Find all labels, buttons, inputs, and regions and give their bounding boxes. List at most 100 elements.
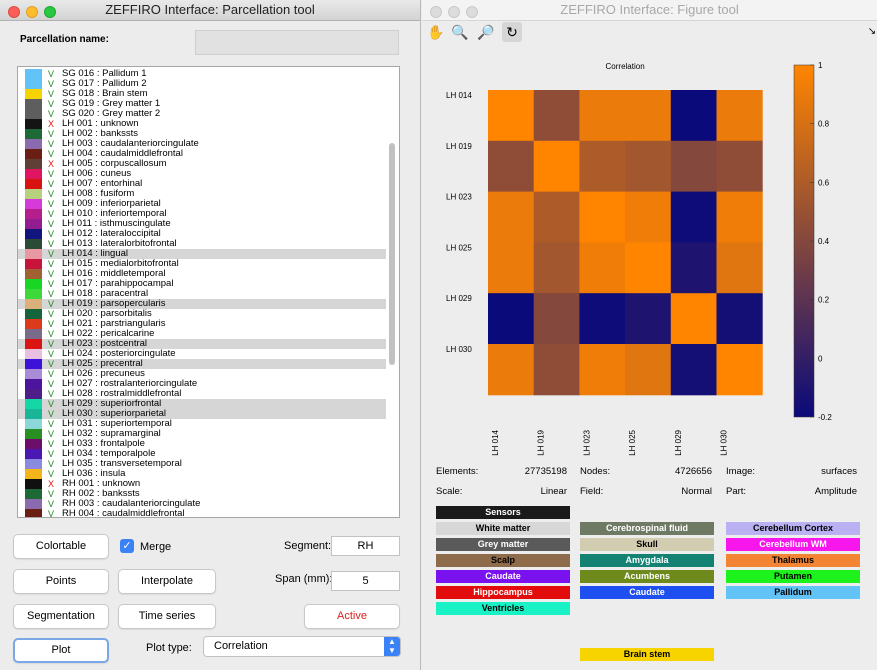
color-swatch: [25, 289, 42, 299]
legend-item: White matter: [436, 522, 570, 535]
heatmap-cell: [716, 90, 763, 142]
visibility-mark: V: [48, 99, 55, 109]
colortable-button[interactable]: Colortable: [13, 534, 109, 559]
color-swatch: [25, 139, 42, 149]
y-tick-label: LH 030: [446, 345, 472, 354]
span-field[interactable]: 5: [331, 571, 400, 591]
visibility-mark: V: [48, 129, 55, 139]
scale-value: Linear: [540, 486, 567, 497]
heatmap-cell: [670, 344, 717, 396]
color-swatch: [25, 309, 42, 319]
elements-label: Elements:: [436, 466, 479, 477]
visibility-mark: V: [48, 439, 55, 449]
visibility-mark: V: [48, 449, 55, 459]
color-swatch: [25, 509, 42, 517]
legend-item: Cerebellum Cortex: [726, 522, 860, 535]
color-swatch: [25, 179, 42, 189]
colorbar-tick-label: 1: [818, 61, 823, 70]
minimize-window-icon[interactable]: [26, 6, 38, 18]
segment-field[interactable]: RH: [331, 536, 400, 556]
part-label: Part:: [726, 486, 747, 497]
part-value: Amplitude: [814, 486, 857, 497]
visibility-mark: V: [48, 289, 55, 299]
color-swatch: [25, 499, 42, 509]
color-swatch: [25, 99, 42, 109]
heatmap-cell: [579, 344, 626, 396]
heatmap-cell: [579, 140, 626, 193]
x-tick-label: LH 014: [491, 429, 500, 455]
merge-checkbox[interactable]: ✓: [120, 539, 134, 553]
legend-item: Amygdala: [580, 554, 714, 567]
visibility-mark: V: [48, 69, 55, 79]
visibility-mark: V: [48, 199, 55, 209]
color-swatch: [25, 259, 42, 269]
color-swatch: [25, 339, 42, 349]
visibility-mark: V: [48, 309, 55, 319]
color-swatch: [25, 89, 42, 99]
time-series-button[interactable]: Time series: [118, 604, 216, 629]
heatmap-cell: [670, 191, 717, 243]
heatmap-cell: [533, 90, 580, 142]
y-tick-label: LH 029: [446, 294, 472, 303]
scrollbar-thumb[interactable]: [389, 143, 395, 365]
visibility-mark: V: [48, 239, 55, 249]
heatmap-cell: [625, 90, 672, 142]
color-swatch: [25, 279, 42, 289]
parcellation-list[interactable]: V SG 016 : Pallidum 1 V SG 017 : Pallidum 2…: [17, 66, 400, 518]
legend-item: Putamen: [726, 570, 860, 583]
color-swatch: [25, 209, 42, 219]
window-title: ZEFFIRO Interface: Parcellation tool: [105, 2, 315, 17]
color-swatch: [25, 79, 42, 89]
heatmap-cell: [533, 140, 580, 193]
color-swatch: [25, 359, 42, 369]
visibility-mark: V: [48, 499, 55, 509]
list-item[interactable]: V RH 004 : caudalmiddlefrontal: [18, 508, 386, 518]
parcellation-tool-window: ZEFFIRO Interface: Parcellation tool Par…: [0, 0, 421, 670]
visibility-mark: V: [48, 399, 55, 409]
color-swatch: [25, 219, 42, 229]
plot-type-select[interactable]: Correlation ▲ ▼: [203, 636, 401, 657]
legend-item: Scalp: [436, 554, 570, 567]
list-item-label: RH 004 : caudalmiddlefrontal: [62, 508, 185, 518]
legend-item: Sensors: [436, 506, 570, 519]
list-scrollbar[interactable]: [386, 69, 398, 515]
heatmap-cell: [488, 191, 535, 243]
heatmap-cell: [533, 242, 580, 294]
color-swatch: [25, 299, 42, 309]
visibility-mark: V: [48, 139, 55, 149]
colorbar-tick-label: 0: [818, 354, 823, 363]
visibility-mark: V: [48, 169, 55, 179]
color-swatch: [25, 119, 42, 129]
legend-item: Hippocampus: [436, 586, 570, 599]
close-window-icon[interactable]: [8, 6, 20, 18]
visibility-mark: V: [48, 429, 55, 439]
colorbar-tick-label: 0.4: [818, 237, 830, 246]
x-tick-label: LH 029: [674, 429, 683, 455]
visibility-mark: V: [48, 299, 55, 309]
visibility-mark: V: [48, 329, 55, 339]
segmentation-button[interactable]: Segmentation: [13, 604, 109, 629]
visibility-mark: V: [48, 209, 55, 219]
elements-value: 27735198: [524, 466, 567, 477]
heatmap-cell: [625, 242, 672, 294]
parcellation-name-input[interactable]: [195, 30, 399, 55]
zoom-window-icon[interactable]: [44, 6, 56, 18]
plot-button[interactable]: Plot: [13, 638, 109, 663]
visibility-mark: X: [48, 479, 55, 489]
active-button[interactable]: Active: [304, 604, 400, 629]
color-swatch: [25, 169, 42, 179]
x-tick-label: LH 023: [582, 429, 591, 455]
color-swatch: [25, 69, 42, 79]
legend-item: Thalamus: [726, 554, 860, 567]
heatmap-cell: [533, 293, 580, 345]
color-swatch: [25, 199, 42, 209]
visibility-mark: V: [48, 219, 55, 229]
heatmap-cell: [625, 140, 672, 193]
points-button[interactable]: Points: [13, 569, 109, 594]
visibility-mark: V: [48, 369, 55, 379]
visibility-mark: V: [48, 379, 55, 389]
interpolate-button[interactable]: Interpolate: [118, 569, 216, 594]
scale-label: Scale:: [436, 486, 463, 497]
legend-item: Skull: [580, 538, 714, 551]
heatmap-cell: [625, 191, 672, 243]
